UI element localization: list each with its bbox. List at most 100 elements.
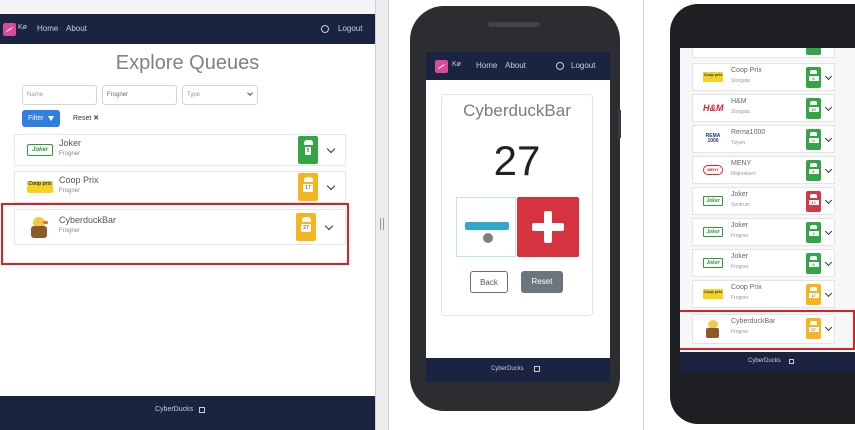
queue-location: Storgata [731, 109, 750, 115]
queue-name: Rema1000 [731, 129, 766, 136]
divider-grip-icon[interactable] [380, 218, 384, 230]
logo-icon[interactable] [435, 60, 448, 73]
queue-item[interactable]: Coop prix Coop Prix Frogner 17 [14, 171, 346, 203]
people-icon [810, 225, 817, 229]
chevron-down-icon[interactable] [824, 196, 833, 205]
queue-count: 3 [808, 231, 819, 236]
name-search-input[interactable]: Name [22, 85, 97, 105]
nav-logout[interactable]: Logout [338, 24, 362, 33]
phone-screen: Kø Home About Logout CyberduckBar 27 Bac… [426, 52, 610, 382]
screenshot-root: Kø Home About Logout Explore Queues Name… [0, 0, 855, 430]
people-icon [303, 177, 313, 182]
logo-icon[interactable] [3, 23, 16, 36]
list-item[interactable]: Joker Joker Frogner 3 [692, 218, 835, 246]
chevron-down-icon[interactable] [824, 289, 833, 298]
queue-title: CyberduckBar [463, 101, 571, 120]
people-icon [810, 132, 817, 136]
queue-count-badge: 17 [298, 173, 318, 201]
phone-footer: CyberDucks [680, 352, 855, 373]
list-item[interactable]: Coop prix Coop Prix Frogner 17 [692, 280, 835, 308]
meny-logo: MENY [703, 165, 723, 175]
highlight-box [1, 203, 349, 265]
hm-logo: H&M [703, 103, 724, 113]
joker-logo: Joker [27, 144, 53, 156]
queue-count-badge: 5 [806, 253, 821, 274]
queue-count: 5 [808, 169, 819, 174]
touch-indicator [483, 233, 493, 243]
list-item[interactable]: REMA 1000 Rema1000 Tøyen 9 [692, 125, 835, 153]
queue-count-badge: 42 [806, 191, 821, 212]
queue-location: Storgata [731, 78, 750, 84]
user-icon [321, 25, 329, 33]
chevron-down-icon[interactable] [824, 72, 833, 81]
people-icon [810, 256, 817, 260]
phone-screen-right: Coop prix Coop Prix Storgata 5 H&M H&M S… [680, 48, 855, 373]
queue-counter: 27 [493, 137, 541, 184]
reset-link[interactable]: Reset ✕ [73, 114, 99, 122]
chevron-down-icon[interactable] [824, 258, 833, 267]
nav-home[interactable]: Home [476, 61, 497, 70]
queue-count-badge [806, 48, 821, 55]
brand-label[interactable]: Kø [452, 61, 461, 68]
coop-logo: Coop prix [703, 72, 723, 82]
minus-icon [465, 222, 509, 230]
chevron-down-icon[interactable] [824, 227, 833, 236]
nav-about[interactable]: About [505, 61, 526, 70]
list-item[interactable]: Coop prix Coop Prix Storgata 5 [692, 63, 835, 91]
decrement-button[interactable] [456, 197, 516, 257]
list-item[interactable]: H&M H&M Storgata 10 [692, 94, 835, 122]
nav-logout[interactable]: Logout [571, 61, 595, 70]
queue-count: 5 [808, 76, 819, 81]
location-input[interactable]: Frogner [102, 85, 177, 105]
queue-name: Coop Prix [731, 67, 762, 74]
queue-control-card: CyberduckBar 27 Back Reset [441, 94, 593, 316]
queue-name: Joker [731, 253, 749, 260]
highlight-box [680, 310, 855, 350]
nav-home[interactable]: Home [37, 24, 58, 33]
queue-location: Tøyen [731, 140, 746, 146]
people-icon [810, 287, 817, 291]
brand-label[interactable]: Kø [18, 24, 27, 31]
side-button [618, 110, 621, 138]
queue-count-badge: 10 [806, 98, 821, 119]
joker-logo: Joker [703, 196, 723, 206]
footer-logo-icon [534, 366, 540, 372]
queue-item[interactable]: Joker Joker Frogner 5 [14, 134, 346, 166]
increment-button[interactable] [517, 197, 579, 257]
chevron-down-icon[interactable] [824, 103, 833, 112]
reset-button[interactable]: Reset [521, 271, 563, 293]
coop-logo: Coop prix [27, 181, 53, 193]
footer-label: CyberDucks [748, 358, 781, 364]
filter-button[interactable]: Filter [22, 110, 60, 127]
chevron-down-icon[interactable] [326, 181, 336, 191]
chevron-down-icon[interactable] [824, 165, 833, 174]
queue-name: Coop Prix [59, 175, 99, 185]
list-item[interactable]: MENY MENY Majorstuen 5 [692, 156, 835, 184]
phone-device: Kø Home About Logout CyberduckBar 27 Bac… [410, 6, 621, 411]
type-select[interactable]: Type [182, 85, 258, 105]
chevron-down-icon[interactable] [824, 134, 833, 143]
phone-footer: CyberDucks [426, 358, 610, 382]
panel-separator [643, 0, 644, 430]
phone-navbar: Kø Home About Logout [426, 52, 610, 80]
filter-icon [47, 115, 54, 121]
type-select-value: Type [187, 92, 201, 98]
queue-name: Joker [731, 191, 749, 198]
queue-count: 5 [304, 147, 312, 155]
list-item[interactable]: Joker Joker Frogner 5 [692, 249, 835, 277]
desktop-footer: CyberDucks [0, 396, 375, 430]
joker-logo: Joker [703, 258, 723, 268]
queue-location: Majorstuen [731, 171, 756, 177]
chevron-down-icon[interactable] [326, 144, 336, 154]
nav-about[interactable]: About [66, 24, 87, 33]
split-divider[interactable] [375, 0, 389, 430]
back-button[interactable]: Back [470, 271, 508, 293]
queue-location: Frogner [59, 151, 81, 157]
queue-name: Coop Prix [731, 284, 762, 291]
list-item[interactable] [692, 48, 835, 58]
list-item[interactable]: Joker Joker Sentrum 42 [692, 187, 835, 215]
queue-count: 42 [808, 200, 819, 205]
people-icon [810, 101, 817, 105]
queue-count-badge: 9 [806, 129, 821, 150]
desktop-navbar: Kø Home About Logout [0, 14, 375, 44]
